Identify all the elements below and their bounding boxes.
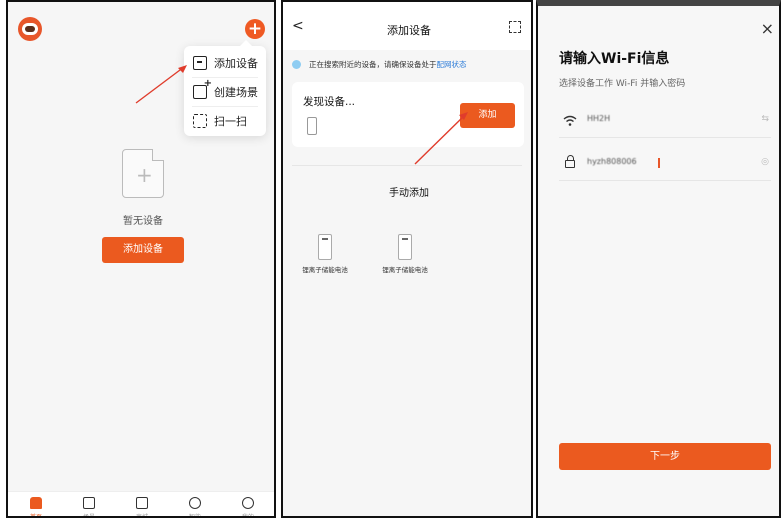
lock-icon (565, 155, 575, 168)
wifi-ssid-field[interactable]: HH2H ⇆ (559, 102, 771, 138)
manual-device-item[interactable]: 锂离子储能电池 (375, 234, 435, 275)
shop-icon (136, 497, 148, 509)
found-device-card: 发现设备... 添加 (292, 82, 524, 147)
menu-item-label: 扫一扫 (214, 115, 247, 128)
bottom-tab-bar: 首页 场景 商城 智能 我的 (8, 491, 274, 518)
empty-state-text: 暂无设备 (123, 216, 163, 227)
tab-label: 场景 (82, 514, 95, 518)
battery-device-icon (318, 234, 332, 260)
profile-icon (242, 497, 254, 509)
app-logo-icon (18, 17, 42, 41)
add-menu-button[interactable]: + (245, 19, 265, 39)
pointer-arrow-icon (414, 112, 468, 165)
add-device-button[interactable]: 添加设备 (102, 237, 184, 263)
wifi-info-screen: × 请输入Wi-Fi信息 选择设备工作 Wi-Fi 并输入密码 HH2H ⇆ h… (536, 0, 781, 518)
add-device-icon (193, 56, 207, 70)
manual-device-item[interactable]: 锂离子储能电池 (295, 234, 355, 275)
menu-item-label: 创建场景 (214, 86, 258, 99)
hint-text: 正在搜索附近的设备，请确保设备处于 (309, 60, 437, 69)
wifi-password-value: hyzh808006 (587, 157, 637, 166)
pointer-arrow-icon (135, 65, 187, 104)
nav-bar: < 添加设备 (283, 2, 531, 50)
wifi-password-field[interactable]: hyzh808006 ◎ (559, 145, 771, 181)
add-device-screen: < 添加设备 正在搜索附近的设备，请确保设备处于 配网状态 发现设备... 添加 … (281, 0, 533, 518)
empty-device-icon: + (122, 149, 164, 198)
tab-scene[interactable]: 场景 (69, 497, 109, 518)
next-step-button[interactable]: 下一步 (559, 443, 771, 470)
manual-add-title: 手动添加 (389, 188, 429, 199)
loading-icon (292, 60, 301, 69)
menu-item-scan[interactable]: 扫一扫 (184, 106, 266, 136)
wifi-icon (563, 115, 577, 126)
menu-item-add-device[interactable]: 添加设备 (184, 48, 266, 78)
menu-item-create-scene[interactable]: 创建场景 (184, 77, 266, 107)
home-screen: + 添加设备 创建场景 扫一扫 + 暂无设备 添加设备 首页 场景 (6, 0, 276, 518)
tab-label: 我的 (241, 514, 254, 518)
tab-label: 智能 (188, 514, 201, 518)
eye-icon[interactable]: ◎ (761, 157, 769, 167)
tab-home[interactable]: 首页 (16, 497, 56, 518)
create-scene-icon (193, 78, 212, 99)
tab-label: 商城 (135, 514, 148, 518)
section-divider (292, 165, 522, 166)
tab-profile[interactable]: 我的 (228, 497, 268, 518)
smart-icon (189, 497, 201, 509)
network-status-link[interactable]: 配网状态 (437, 59, 467, 70)
battery-device-icon (398, 234, 412, 260)
found-title: 发现设备... (303, 96, 356, 108)
manual-device-label: 锂离子储能电池 (382, 266, 428, 274)
home-icon (30, 497, 42, 509)
page-title: 添加设备 (387, 24, 431, 37)
text-cursor (658, 158, 660, 168)
searching-hint: 正在搜索附近的设备，请确保设备处于 配网状态 (292, 59, 467, 70)
tab-label: 首页 (29, 514, 42, 518)
scan-icon (193, 114, 207, 128)
battery-device-icon (307, 117, 317, 135)
manual-device-label: 锂离子储能电池 (302, 266, 348, 274)
add-menu: 添加设备 创建场景 扫一扫 (184, 40, 266, 136)
close-icon[interactable]: × (761, 21, 774, 37)
tab-shop[interactable]: 商城 (122, 497, 162, 518)
wifi-title: 请输入Wi-Fi信息 (559, 51, 670, 67)
scan-icon[interactable] (509, 21, 521, 33)
wifi-ssid-value: HH2H (587, 114, 611, 123)
tab-smart[interactable]: 智能 (175, 497, 215, 518)
scene-icon (83, 497, 95, 509)
wifi-subtitle: 选择设备工作 Wi-Fi 并输入密码 (559, 79, 686, 89)
switch-network-icon[interactable]: ⇆ (761, 114, 769, 124)
menu-item-label: 添加设备 (214, 57, 258, 70)
